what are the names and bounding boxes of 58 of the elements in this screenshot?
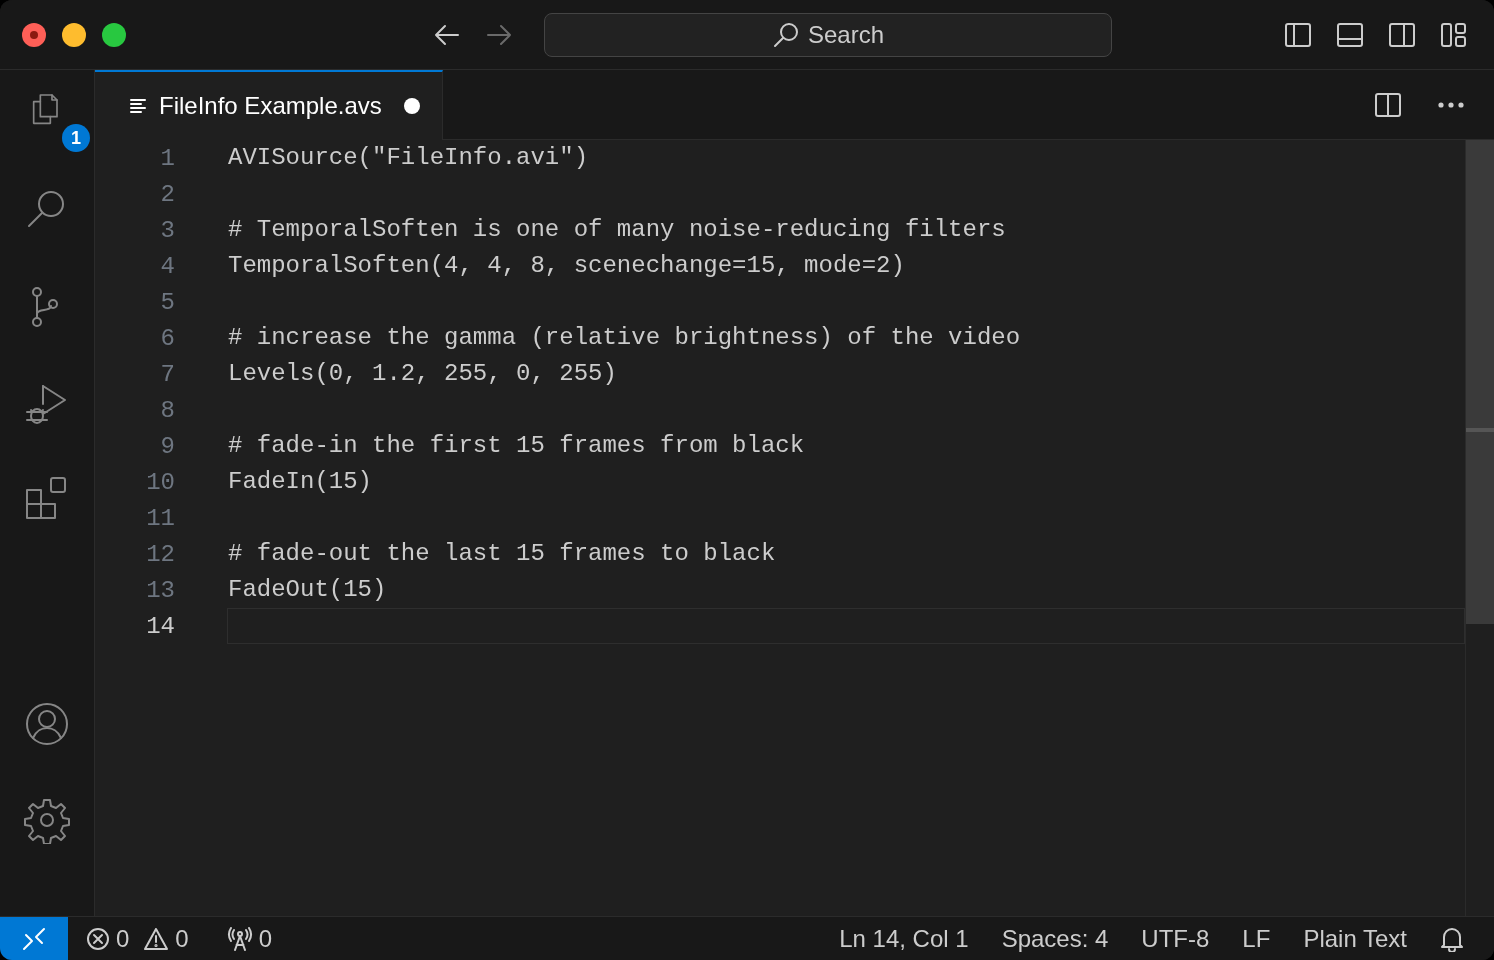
line-number: 6 <box>159 324 175 352</box>
code-line: FadeOut(15) <box>227 575 388 605</box>
line-number: 10 <box>145 468 175 496</box>
code-line: FadeIn(15) <box>227 467 374 497</box>
split-editor-icon[interactable] <box>1374 90 1402 119</box>
code-line: TemporalSoften(4, 4, 8, scenechange=15, mode=2) <box>227 251 906 281</box>
line-number: 8 <box>159 396 175 424</box>
minimize-button[interactable] <box>62 22 86 47</box>
close-button[interactable] <box>22 22 46 47</box>
status-item[interactable]: UTF-8 <box>1141 924 1210 953</box>
error-count: 0 <box>116 924 130 953</box>
command-search-bar[interactable]: Search <box>544 12 1112 57</box>
remote-button[interactable] <box>0 916 68 960</box>
secondary-sidebar-toggle-icon[interactable] <box>1388 20 1416 49</box>
account-icon[interactable] <box>23 700 71 748</box>
tab-label: FileInfo Example.avs <box>159 92 382 120</box>
notification-badge: 1 <box>62 124 90 152</box>
warning-icon <box>143 926 170 951</box>
code-line: # increase the gamma (relative brightness) of the video <box>227 323 1022 353</box>
scrollbar-thumb[interactable] <box>1466 140 1494 624</box>
more-actions-icon[interactable] <box>1438 100 1464 109</box>
antenna-icon <box>226 926 253 951</box>
text-file-icon <box>129 96 149 116</box>
primary-sidebar-toggle-icon[interactable] <box>1284 20 1312 49</box>
search-label: Search <box>807 20 884 49</box>
ports-count: 0 <box>258 924 273 953</box>
line-number: 3 <box>159 216 175 244</box>
error-icon <box>86 926 110 951</box>
code-line: # fade-in the first 15 frames from black <box>227 431 806 461</box>
status-item[interactable]: Plain Text <box>1303 924 1407 953</box>
line-number: 12 <box>145 540 175 568</box>
line-number: 14 <box>145 612 175 640</box>
line-number: 4 <box>159 252 175 280</box>
status-item[interactable]: Spaces: 4 <box>1001 924 1109 953</box>
search-icon <box>771 20 800 49</box>
line-number: 7 <box>159 360 175 388</box>
status-item[interactable]: Ln 14, Col 1 <box>839 924 969 953</box>
warning-count: 0 <box>175 924 189 953</box>
line-number: 11 <box>145 504 175 532</box>
line-number: 9 <box>159 432 175 460</box>
editor-tab[interactable]: FileInfo Example.avs <box>95 70 443 140</box>
ports-button[interactable]: 0 <box>218 924 281 953</box>
code-line: # TemporalSoften is one of many noise-reducing filters <box>227 215 1007 245</box>
line-number: 13 <box>145 576 175 604</box>
code-line: AVISource("FileInfo.avi") <box>227 143 590 173</box>
line-number: 1 <box>159 144 175 172</box>
layout-grid-icon[interactable] <box>1440 20 1468 49</box>
panel-toggle-icon[interactable] <box>1336 20 1364 49</box>
status-item[interactable]: LF <box>1242 924 1271 953</box>
line-number: 2 <box>159 180 175 208</box>
line-number: 5 <box>159 288 175 316</box>
settings-icon[interactable] <box>23 796 71 844</box>
code-line: # fade-out the last 15 frames to black <box>227 539 777 569</box>
code-line: Levels(0, 1.2, 255, 0, 255) <box>227 359 618 389</box>
zoom-button[interactable] <box>102 22 126 47</box>
problems-button[interactable]: 0 0 <box>78 924 197 953</box>
bell-icon[interactable] <box>1440 925 1464 952</box>
remote-icon <box>22 926 46 951</box>
